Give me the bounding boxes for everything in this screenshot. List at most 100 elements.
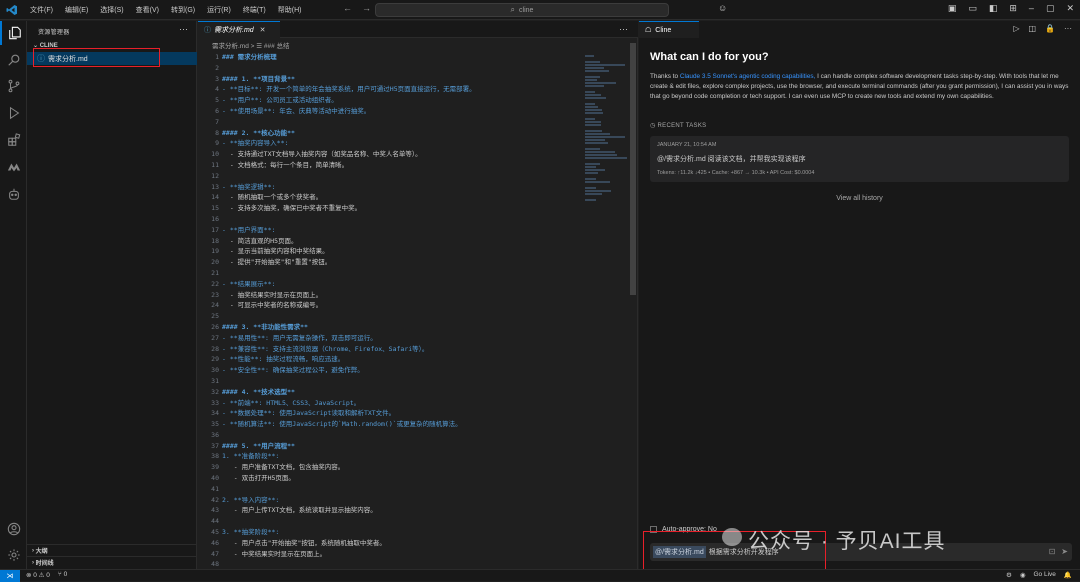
go-live-button[interactable]: Go Live (1034, 571, 1056, 579)
menu-file[interactable]: 文件(F) (24, 5, 59, 15)
secondary-sidebar-icon[interactable]: ◧ (989, 3, 998, 14)
code-line[interactable]: 34- **数据处理**: 使用JavaScript读取和解析TXT文件。 (198, 408, 583, 419)
code-line[interactable]: 32 #### 4. **技术选型** (198, 387, 583, 398)
code-line[interactable]: 14 - 随机抽取一个或多个获奖者。 (198, 192, 583, 203)
split-editor-icon[interactable]: ◫ (1028, 24, 1036, 33)
source-control-icon[interactable] (0, 74, 27, 98)
send-icon[interactable]: ➤ (1061, 547, 1068, 556)
file-item[interactable]: ⓘ 需求分析.md (27, 52, 197, 65)
code-line[interactable]: 6- **使用场景**: 年会、庆典等活动中进行抽奖。 (198, 106, 583, 117)
code-line[interactable]: 41 (198, 484, 583, 495)
code-line[interactable]: 15 - 支持多次抽奖，确保已中奖者不重复中奖。 (198, 203, 583, 214)
menu-go[interactable]: 转到(G) (165, 5, 201, 15)
code-line[interactable]: 21 (198, 268, 583, 279)
workspace-folder[interactable]: ⌄ CLINE (33, 42, 58, 49)
code-line[interactable]: 5- **用户**: 公司员工或活动组织者。 (198, 95, 583, 106)
code-line[interactable]: 16 (198, 214, 583, 225)
close-tab-icon[interactable]: ✕ (260, 26, 266, 34)
extensions-icon[interactable] (0, 128, 27, 152)
code-line[interactable]: 46 - 用户点击"开始抽奖"按钮，系统随机抽取中奖者。 (198, 538, 583, 549)
code-line[interactable]: 12 (198, 171, 583, 182)
code-line[interactable]: 37 #### 5. **用户流程** (198, 441, 583, 452)
code-line[interactable]: 31 (198, 376, 583, 387)
menu-run[interactable]: 运行(R) (201, 5, 237, 15)
settings-gear-icon[interactable] (0, 543, 27, 567)
menu-selection[interactable]: 选择(S) (94, 5, 129, 15)
search-icon[interactable] (0, 48, 27, 72)
editor-scrollbar[interactable] (630, 43, 636, 295)
command-center-search[interactable]: ⌕ cline (375, 3, 669, 17)
image-attach-icon[interactable]: ⊡ (1049, 547, 1056, 556)
code-line[interactable]: 11 - 文档格式：每行一个条目，简单清晰。 (198, 160, 583, 171)
menu-terminal[interactable]: 终端(T) (237, 5, 272, 15)
tab-more-icon[interactable]: ··· (619, 24, 628, 34)
code-line[interactable]: 10 - 支持通过TXT文档导入抽奖内容（如奖品名称、中奖人名单等）。 (198, 149, 583, 160)
forward-arrow-icon[interactable]: → (362, 3, 371, 13)
more-actions-icon[interactable]: ··· (179, 24, 188, 34)
menu-view[interactable]: 查看(V) (130, 5, 165, 15)
code-line[interactable]: 29- **性能**: 抽奖过程流畅，响应迅速。 (198, 354, 583, 365)
code-line[interactable]: 13- **抽奖逻辑**: (198, 182, 583, 193)
code-line[interactable]: 23 - 抽奖结果实时显示在页面上。 (198, 290, 583, 301)
code-line[interactable]: 17- **用户界面**: (198, 225, 583, 236)
code-line[interactable]: 33- **前端**: HTML5、CSS3、JavaScript。 (198, 398, 583, 409)
code-line[interactable]: 9- **抽奖内容导入**: (198, 138, 583, 149)
code-line[interactable]: 36 (198, 430, 583, 441)
recent-task-card[interactable]: JANUARY 21, 10:54 AM @/需求分析.md 阅读该文档，并帮我… (650, 136, 1069, 182)
breadcrumb[interactable]: 需求分析.md > ☰ ### 总结 (212, 40, 290, 50)
ports-count[interactable]: ⑂ 0 (58, 571, 67, 579)
code-line[interactable]: 18 - 简洁直观的H5页面。 (198, 236, 583, 247)
code-line[interactable]: 8 #### 2. **核心功能** (198, 128, 583, 139)
back-arrow-icon[interactable]: ← (343, 3, 352, 13)
code-line[interactable]: 30- **安全性**: 确保抽奖过程公平，避免作弊。 (198, 365, 583, 376)
minimize-icon[interactable]: – (1029, 3, 1034, 14)
code-line[interactable]: 27- **易用性**: 用户无需复杂操作，双击即可运行。 (198, 333, 583, 344)
cline-tab[interactable]: ☖ Cline (639, 21, 699, 38)
maximize-icon[interactable]: ▢ (1046, 3, 1055, 14)
code-line[interactable]: 19 - 显示当前抽奖内容和中奖结果。 (198, 246, 583, 257)
code-line[interactable]: 24 - 可显示中奖者的名称或编号。 (198, 300, 583, 311)
code-line[interactable]: 20 - 提供"开始抽奖"和"重置"按钮。 (198, 257, 583, 268)
customize-layout-icon[interactable]: ⊞ (1009, 3, 1017, 14)
code-line[interactable]: 40 - 双击打开H5页面。 (198, 473, 583, 484)
menu-edit[interactable]: 编辑(E) (59, 5, 94, 15)
tab-requirements-md[interactable]: ⓘ 需求分析.md ✕ (198, 21, 280, 38)
code-line[interactable]: 25 (198, 311, 583, 322)
code-line[interactable]: 35- **随机算法**: 使用JavaScript的`Math.random(… (198, 419, 583, 430)
timeline-section[interactable]: › 时间线 (27, 556, 197, 568)
code-line[interactable]: 47 - 中奖结果实时显示在页面上。 (198, 549, 583, 560)
code-line[interactable]: 42 2. **导入内容**: (198, 495, 583, 506)
cline-robot-icon[interactable] (0, 182, 27, 206)
code-line[interactable]: 39 - 用户准备TXT文档，包含抽奖内容。 (198, 462, 583, 473)
lock-icon[interactable]: 🔒 (1045, 24, 1055, 33)
code-line[interactable]: 26 #### 3. **非功能性需求** (198, 322, 583, 333)
view-all-history-button[interactable]: View all history (639, 195, 1080, 202)
cline-mark-icon[interactable] (0, 155, 27, 179)
panel-toggle-icon[interactable]: ▭ (968, 3, 977, 14)
account-icon[interactable] (0, 517, 27, 541)
accounts-status-icon[interactable]: ⚙ (1006, 571, 1012, 579)
minimap[interactable] (585, 54, 627, 201)
code-line[interactable]: 22- **结果展示**: (198, 279, 583, 290)
claude-capabilities-link[interactable]: Claude 3.5 Sonnet's agentic coding capab… (680, 73, 816, 80)
code-line[interactable]: 45 3. **抽奖阶段**: (198, 527, 583, 538)
remote-indicator-icon[interactable]: ⋊ (0, 570, 20, 582)
layout-toggle-icon[interactable]: ▣ (948, 3, 957, 14)
code-line[interactable]: 1 ### 需求分析梳理 (198, 52, 583, 63)
code-line[interactable]: 44 (198, 516, 583, 527)
run-icon[interactable]: ▷ (1013, 24, 1019, 33)
code-line[interactable]: 3 #### 1. **项目背景** (198, 74, 583, 85)
explorer-icon[interactable] (0, 21, 27, 45)
outline-section[interactable]: › 大纲 (27, 544, 197, 556)
code-line[interactable]: 4- **目标**: 开发一个简单的年会抽奖系统，用户可通过H5页面直接运行，无… (198, 84, 583, 95)
code-line[interactable]: 43 - 用户上传TXT文档，系统读取并显示抽奖内容。 (198, 505, 583, 516)
auto-approve-checkbox[interactable] (650, 526, 657, 533)
menu-help[interactable]: 帮助(H) (272, 5, 308, 15)
code-line[interactable]: 38 1. **准备阶段**: (198, 451, 583, 462)
auto-approve-toggle[interactable]: Auto-approve: No (650, 526, 717, 533)
more-actions-icon[interactable]: ··· (1064, 24, 1072, 33)
close-icon[interactable]: ✕ (1066, 3, 1074, 14)
problems-count[interactable]: ⊗ 0 ⚠ 0 (26, 571, 50, 579)
code-area[interactable]: 1 ### 需求分析梳理 2 3 #### 1. **项目背景** 4- **目标**: … (198, 52, 583, 581)
code-line[interactable]: 2 (198, 63, 583, 74)
